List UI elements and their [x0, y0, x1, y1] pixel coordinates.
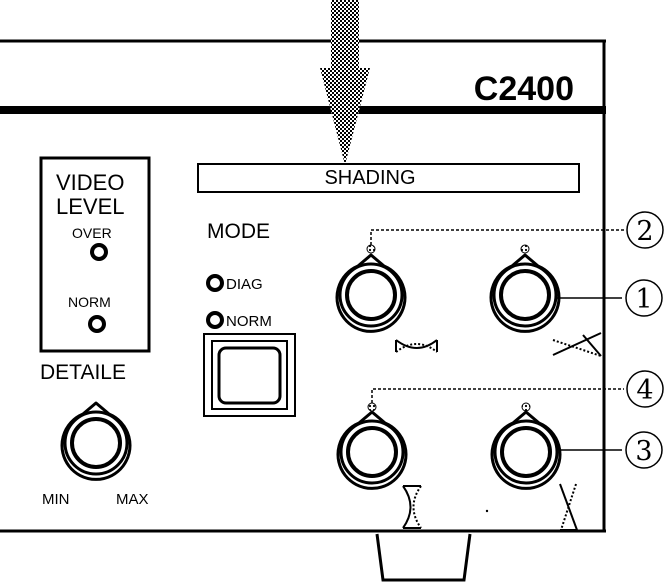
callout-1-text: 1 — [635, 284, 652, 315]
sawtooth-h-icon — [552, 332, 602, 357]
control-panel-diagram: C2400 SHADING VIDEO LEVEL OVER NORM DETA… — [0, 0, 667, 587]
detaile-knob-icon[interactable] — [60, 401, 132, 482]
knob-3[interactable] — [490, 402, 562, 491]
diag-label: DIAG — [226, 276, 263, 293]
callout-3: 3 — [625, 431, 663, 469]
model-label: C2400 — [474, 70, 574, 108]
norm-level-label: NORM — [68, 294, 111, 310]
sawtooth-v-icon — [559, 483, 578, 531]
video-level-title-2: LEVEL — [56, 194, 125, 219]
down-arrow-icon — [320, 0, 370, 165]
mode-label: MODE — [207, 220, 270, 243]
mode-norm-label: NORM — [226, 313, 272, 330]
over-label: OVER — [72, 225, 112, 241]
norm-led-icon — [88, 315, 106, 333]
detaile-label: DETAILE — [40, 361, 126, 384]
mode-button[interactable] — [203, 333, 296, 417]
shading-label: SHADING — [324, 167, 415, 189]
control-panel-svg: C2400 SHADING VIDEO LEVEL OVER NORM DETA… — [0, 0, 664, 582]
callout-2: 2 — [626, 211, 664, 249]
over-led-icon — [90, 243, 108, 261]
callout-1: 1 — [625, 279, 663, 317]
diag-led-icon — [206, 274, 224, 292]
video-level-title-1: VIDEO — [56, 170, 124, 195]
video-level-box: VIDEO LEVEL OVER NORM — [39, 156, 151, 353]
mode-norm-led-icon — [206, 311, 224, 329]
callout-2-text: 2 — [636, 216, 653, 247]
callout-4-text: 4 — [636, 375, 653, 406]
callout-3-text: 3 — [635, 436, 652, 467]
parabola-h-icon — [395, 339, 438, 353]
knob-2[interactable] — [335, 244, 407, 334]
knob-1[interactable] — [489, 244, 561, 334]
knob-4[interactable] — [336, 402, 408, 491]
panel-foot — [375, 533, 472, 582]
stray-dot — [485, 509, 489, 513]
detaile-min-label: MIN — [42, 491, 70, 508]
callout-4: 4 — [626, 370, 664, 408]
parabola-v-icon — [402, 485, 422, 529]
detaile-max-label: MAX — [116, 491, 149, 508]
